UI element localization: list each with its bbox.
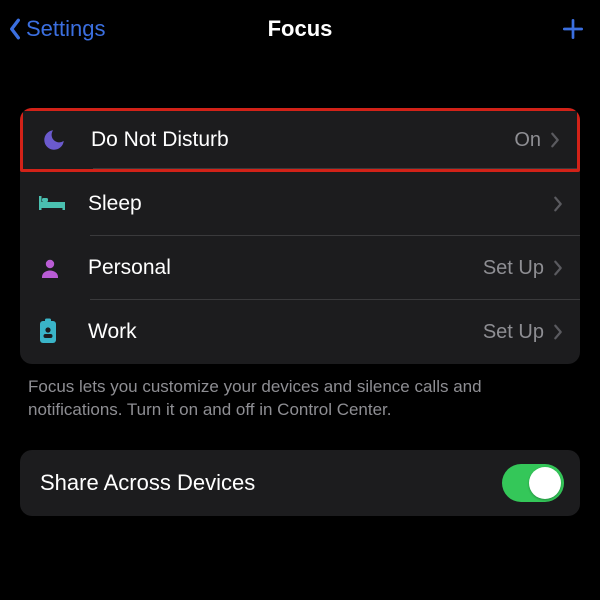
bed-icon bbox=[38, 195, 78, 213]
person-icon bbox=[38, 256, 78, 280]
share-group: Share Across Devices bbox=[20, 450, 580, 516]
switch-knob bbox=[529, 467, 561, 499]
back-button[interactable]: Settings bbox=[6, 15, 106, 43]
nav-bar: Settings Focus bbox=[0, 0, 600, 58]
chevron-right-icon bbox=[552, 195, 564, 213]
add-button[interactable] bbox=[560, 16, 586, 42]
focus-item-personal[interactable]: Personal Set Up bbox=[20, 236, 580, 300]
page-title: Focus bbox=[268, 16, 333, 42]
focus-item-status: Set Up bbox=[483, 257, 544, 280]
focus-item-label: Do Not Disturb bbox=[81, 128, 514, 152]
share-label: Share Across Devices bbox=[40, 470, 255, 496]
moon-icon bbox=[41, 127, 81, 153]
focus-item-status: Set Up bbox=[483, 321, 544, 344]
focus-description: Focus lets you customize your devices an… bbox=[28, 376, 572, 422]
plus-icon bbox=[560, 16, 586, 42]
chevron-right-icon bbox=[549, 131, 561, 149]
focus-item-sleep[interactable]: Sleep bbox=[20, 172, 580, 236]
chevron-right-icon bbox=[552, 323, 564, 341]
focus-list: Do Not Disturb On Sleep Personal Set Up bbox=[20, 108, 580, 364]
share-toggle[interactable] bbox=[502, 464, 564, 502]
share-across-devices-row: Share Across Devices bbox=[20, 450, 580, 516]
focus-item-label: Work bbox=[78, 320, 483, 344]
focus-item-do-not-disturb[interactable]: Do Not Disturb On bbox=[20, 108, 580, 172]
chevron-left-icon bbox=[6, 15, 24, 43]
back-label: Settings bbox=[26, 16, 106, 42]
focus-item-status: On bbox=[514, 129, 541, 152]
focus-item-label: Sleep bbox=[78, 192, 544, 216]
badge-icon bbox=[38, 318, 78, 346]
focus-item-label: Personal bbox=[78, 256, 483, 280]
chevron-right-icon bbox=[552, 259, 564, 277]
focus-item-work[interactable]: Work Set Up bbox=[20, 300, 580, 364]
